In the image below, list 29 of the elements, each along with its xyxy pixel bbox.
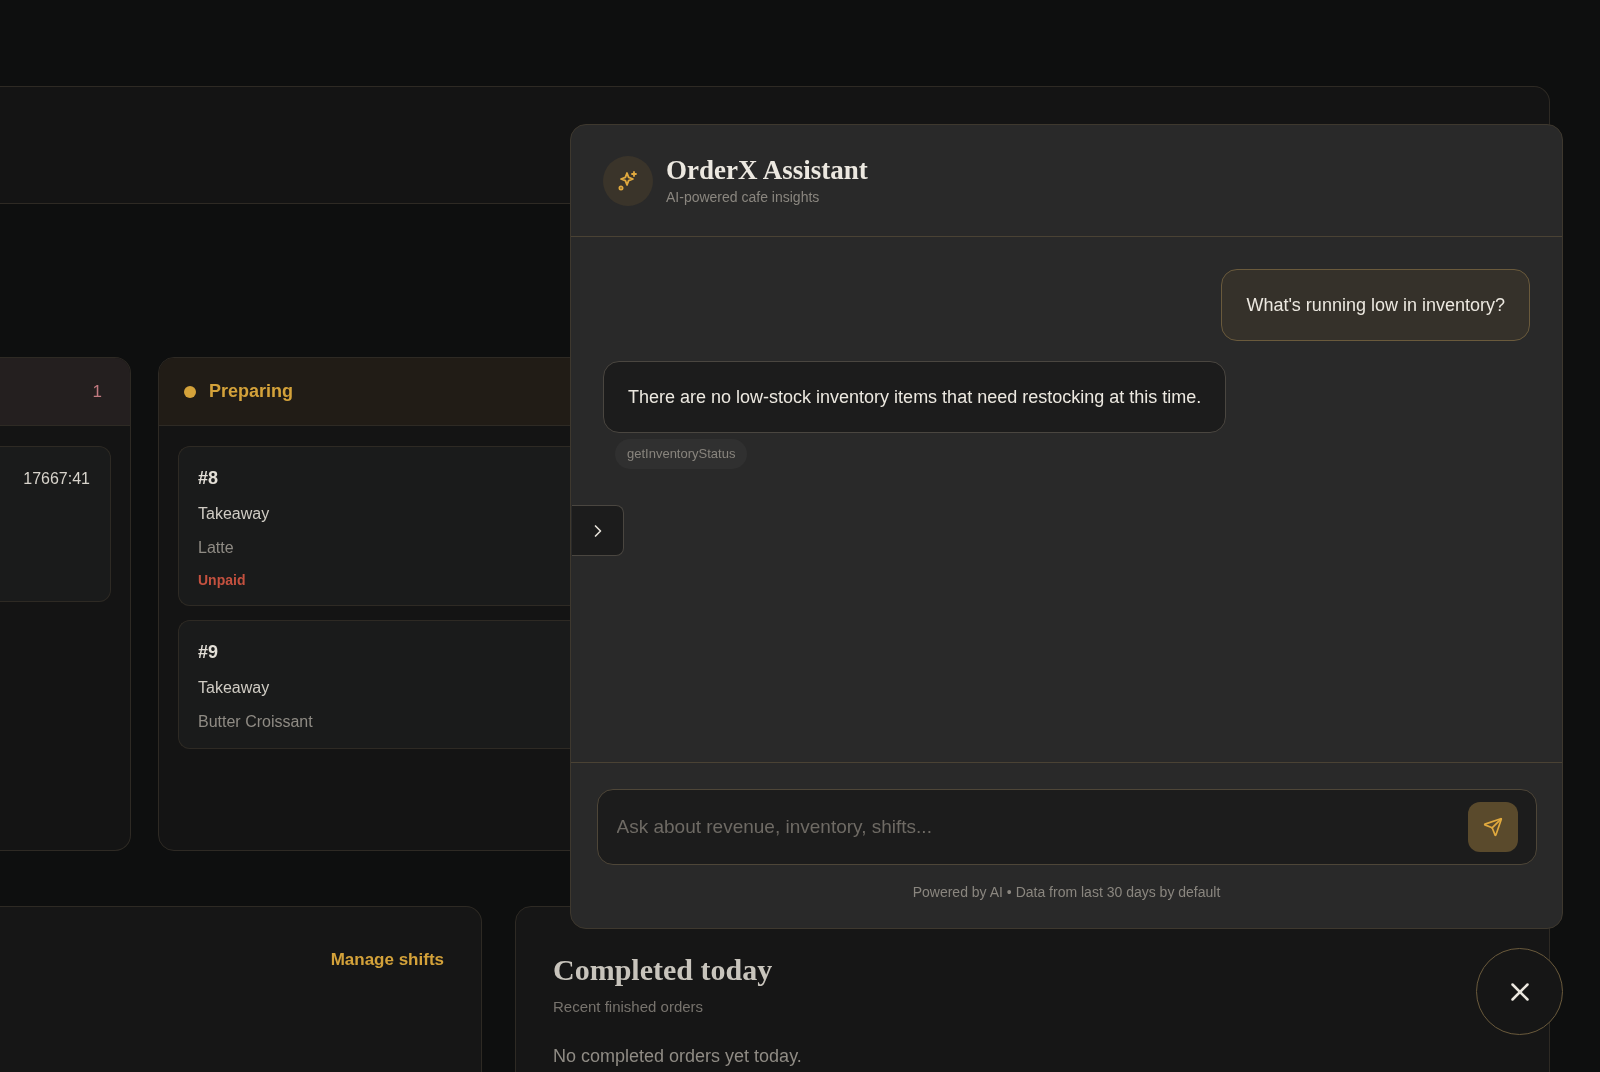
- order-time: 17667:41: [23, 469, 90, 487]
- assistant-title: OrderX Assistant: [666, 154, 868, 187]
- card-title: Completed today: [553, 952, 773, 988]
- order-card[interactable]: #9 Takeaway Butter Croissant: [178, 620, 570, 749]
- send-icon: [1482, 817, 1503, 837]
- column-count: 1: [92, 380, 102, 403]
- manage-shifts-link[interactable]: Manage shifts: [330, 947, 444, 969]
- message-field[interactable]: Ask about revenue, inventory, shifts...: [596, 789, 1537, 865]
- card-subtitle: Recent finished orders: [553, 997, 704, 1017]
- tool-chip: getInventoryStatus: [615, 439, 748, 469]
- footer-note: Powered by AI • Data from last 30 days by default: [912, 883, 1221, 902]
- assistant-subtitle: AI-powered cafe insights: [666, 188, 821, 207]
- send-button[interactable]: [1467, 802, 1518, 852]
- order-type: Takeaway: [198, 504, 271, 524]
- order-number: #8: [198, 467, 220, 490]
- order-type: Takeaway: [198, 678, 271, 698]
- order-card[interactable]: 17667:41: [0, 446, 111, 602]
- message-input[interactable]: Ask about revenue, inventory, shifts...: [616, 812, 1468, 842]
- payment-status: Unpaid: [198, 571, 247, 590]
- order-items: Butter Croissant: [198, 712, 314, 732]
- column-title: Preparing: [209, 380, 294, 403]
- order-number: #9: [198, 641, 220, 664]
- sparkle-icon: [616, 168, 640, 193]
- user-message: What's running low in inventory?: [1221, 269, 1530, 341]
- collapse-button[interactable]: [572, 505, 624, 556]
- empty-message: No completed orders yet today.: [553, 1044, 802, 1068]
- assistant-message: There are no low-stock inventory items that need restocking at this time.: [603, 361, 1227, 433]
- order-items: Latte: [198, 538, 235, 558]
- order-card[interactable]: #8 Takeaway Latte Unpaid: [178, 446, 570, 606]
